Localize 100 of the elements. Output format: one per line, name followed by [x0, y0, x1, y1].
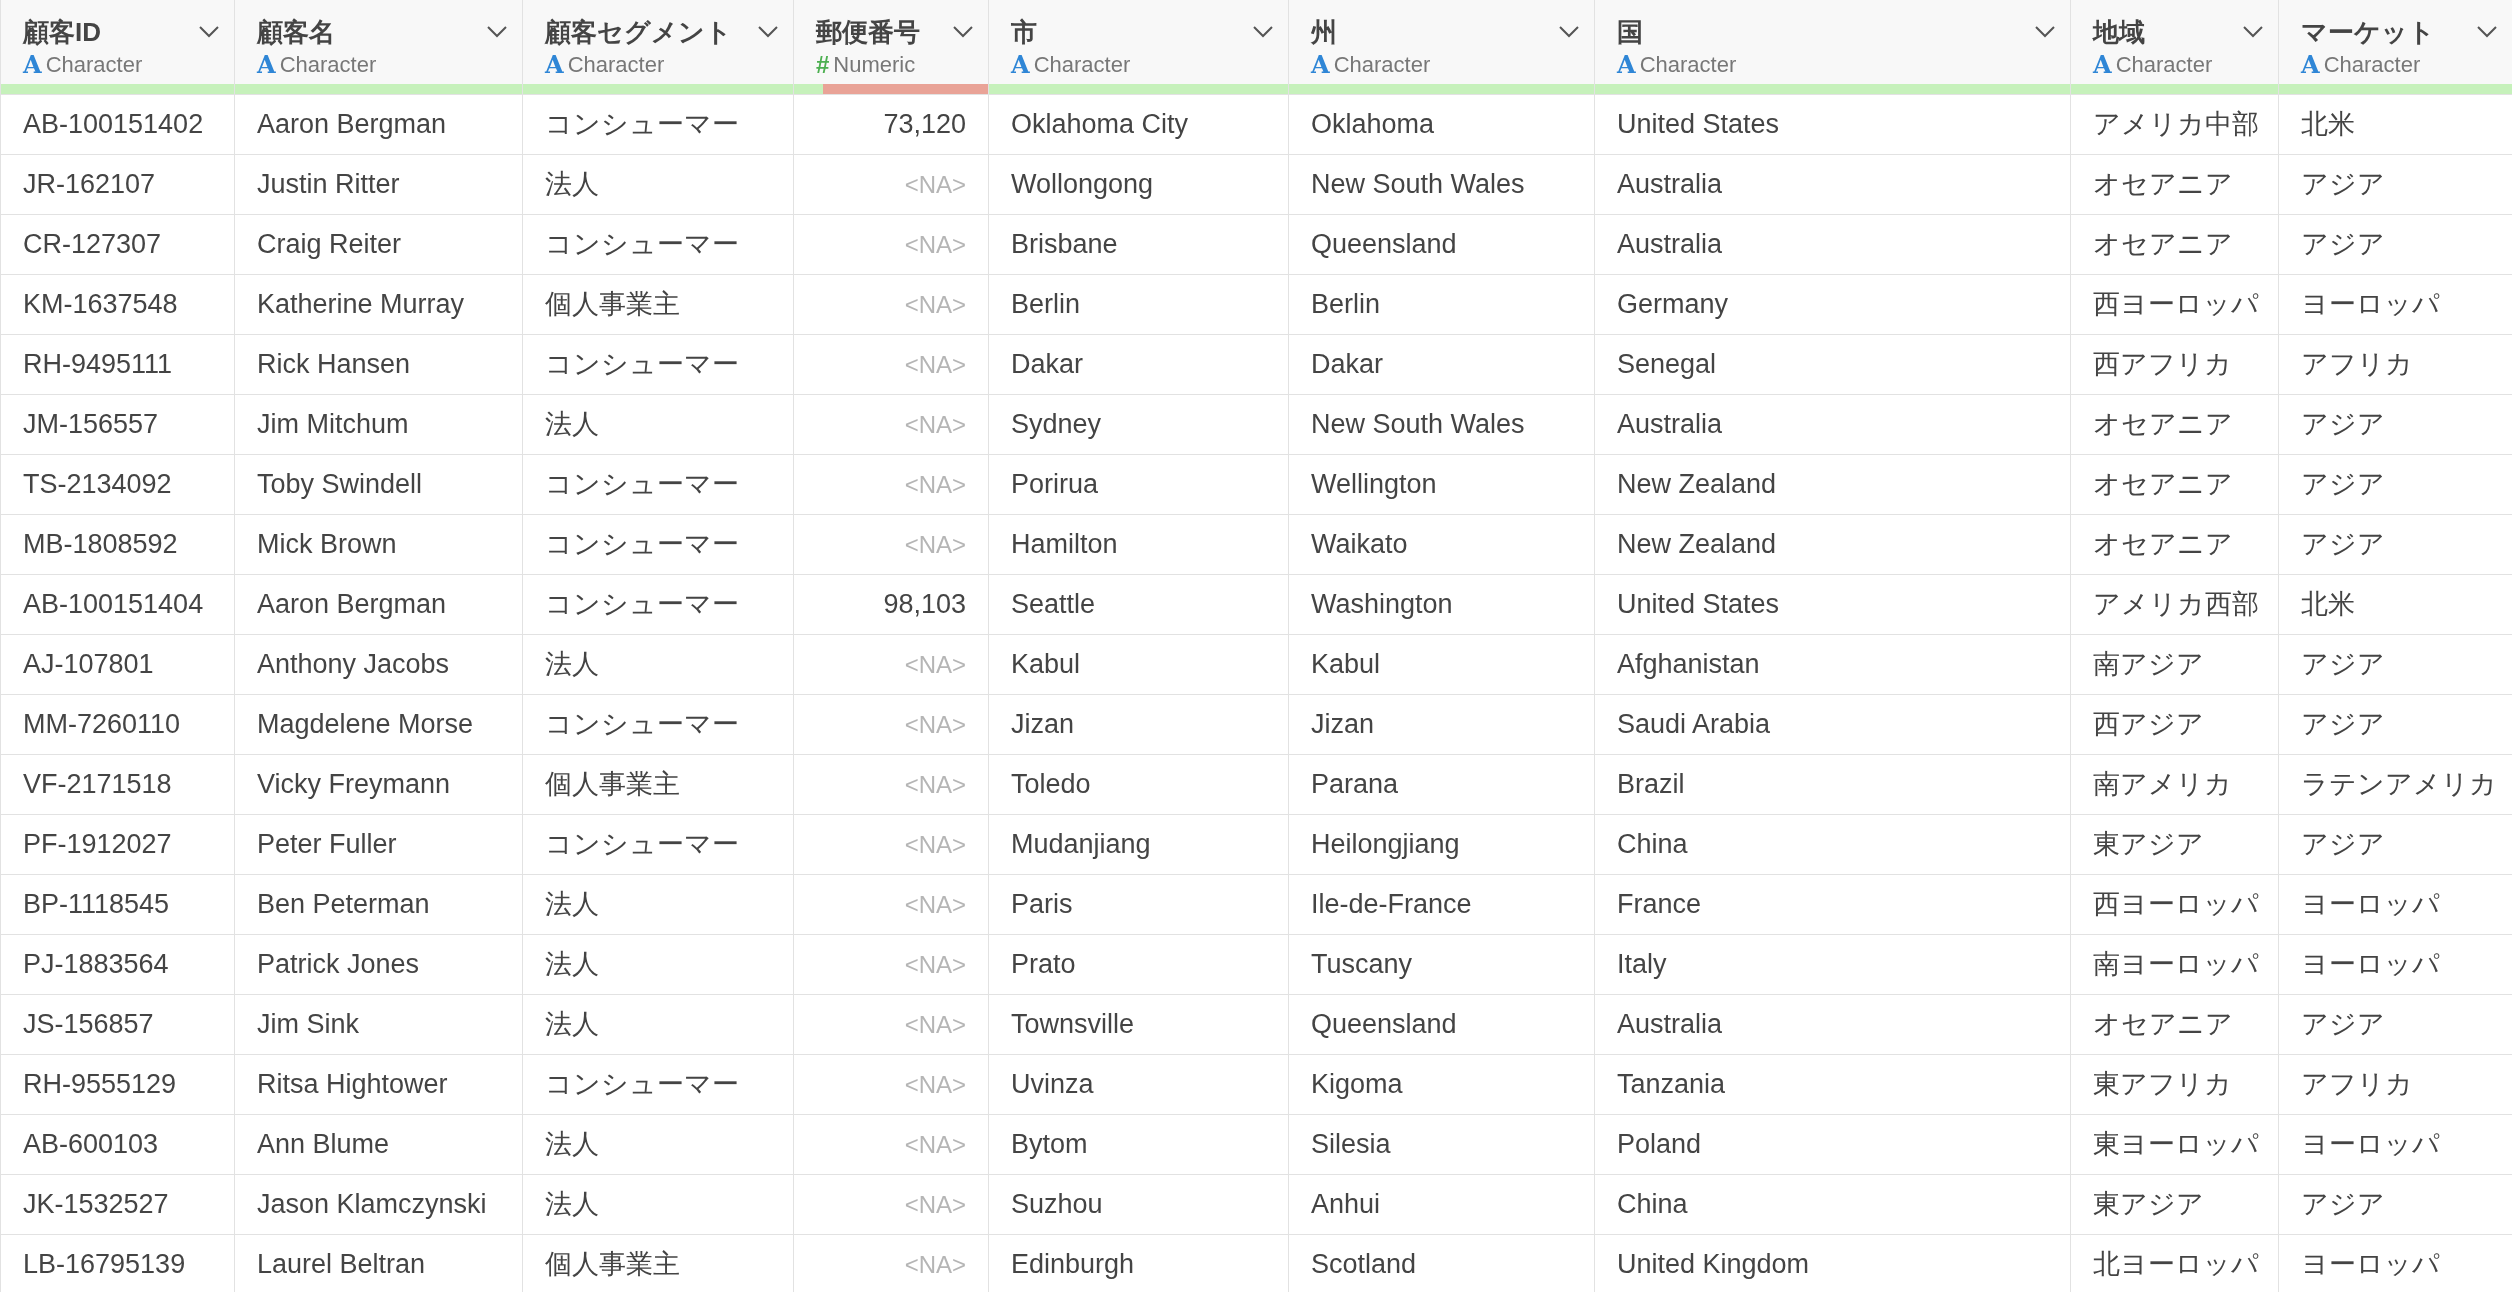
hash-icon: # — [816, 53, 830, 77]
column-name: 顧客セグメント — [545, 15, 732, 49]
table-cell: Afghanistan — [1617, 649, 1760, 680]
letter-icon: A — [257, 53, 276, 77]
table-cell: Aaron Bergman — [257, 109, 447, 140]
table-cell: Sydney — [1011, 409, 1102, 440]
table-cell: アフリカ — [2301, 1069, 2413, 1100]
table-cell: 法人 — [545, 949, 599, 980]
table-cell: オセアニア — [2093, 409, 2233, 440]
table-cell: Tanzania — [1617, 1069, 1726, 1100]
table-cell: コンシューマー — [545, 589, 739, 620]
table-cell: JR-162107 — [23, 169, 156, 200]
table-cell: 西アジア — [2093, 709, 2204, 740]
table-cell: Parana — [1311, 769, 1399, 800]
table-cell: ヨーロッパ — [2301, 1129, 2440, 1160]
table-cell: <NA> — [904, 1070, 966, 1098]
table-cell: <NA> — [904, 410, 966, 438]
column-type: Character — [567, 54, 665, 76]
column-name: 州 — [1311, 15, 1337, 49]
table-cell: Toledo — [1011, 769, 1091, 800]
table-cell: Oklahoma — [1311, 109, 1435, 140]
table-cell: オセアニア — [2093, 1009, 2233, 1040]
table-cell: <NA> — [904, 1190, 966, 1218]
table-cell: United Kingdom — [1617, 1249, 1810, 1280]
chevron-down-icon[interactable] — [198, 25, 220, 39]
table-cell: New South Wales — [1311, 409, 1525, 440]
column-type: Character — [1639, 54, 1737, 76]
table-cell: 法人 — [545, 889, 599, 920]
table-cell: Jizan — [1311, 709, 1375, 740]
column-name: 地域 — [2093, 15, 2145, 49]
table-cell: Ann Blume — [257, 1129, 390, 1160]
table-cell: アジア — [2301, 1009, 2385, 1040]
table-cell: Vicky Freymann — [257, 769, 451, 800]
column-name: 市 — [1011, 15, 1037, 49]
table-cell: 南アジア — [2093, 649, 2204, 680]
table-cell: Queensland — [1311, 1009, 1457, 1040]
table-cell: Patrick Jones — [257, 949, 420, 980]
table-cell: Katherine Murray — [257, 289, 465, 320]
table-cell: 98,103 — [883, 589, 966, 620]
table-cell: 南アメリカ — [2093, 769, 2232, 800]
table-cell: Aaron Bergman — [257, 589, 447, 620]
table-cell: Berlin — [1011, 289, 1081, 320]
chevron-down-icon[interactable] — [1252, 25, 1274, 39]
table-cell: 北米 — [2301, 589, 2355, 620]
table-cell: New Zealand — [1617, 529, 1777, 560]
table-cell: オセアニア — [2093, 469, 2233, 500]
chevron-down-icon[interactable] — [486, 25, 508, 39]
table-cell: ラテンアメリカ — [2301, 769, 2497, 800]
table-cell: Australia — [1617, 1009, 1723, 1040]
table-cell: アジア — [2301, 169, 2385, 200]
table-cell: Wollongong — [1011, 169, 1154, 200]
table-cell: オセアニア — [2093, 169, 2233, 200]
table-cell: Berlin — [1311, 289, 1381, 320]
table-cell: Magdelene Morse — [257, 709, 474, 740]
table-cell: <NA> — [904, 950, 966, 978]
table-cell: Italy — [1617, 949, 1667, 980]
table-cell: コンシューマー — [545, 469, 739, 500]
letter-icon: A — [2093, 53, 2112, 77]
table-cell: コンシューマー — [545, 829, 739, 860]
table-cell: アジア — [2301, 709, 2385, 740]
table-cell: Senegal — [1617, 349, 1717, 380]
table-cell: オセアニア — [2093, 229, 2233, 260]
chevron-down-icon[interactable] — [2034, 25, 2056, 39]
table-cell: Suzhou — [1011, 1189, 1103, 1220]
table-cell: 南ヨーロッパ — [2093, 949, 2259, 980]
chevron-down-icon[interactable] — [757, 25, 779, 39]
chevron-down-icon[interactable] — [1558, 25, 1580, 39]
table-cell: <NA> — [904, 290, 966, 318]
table-cell: China — [1617, 1189, 1688, 1220]
table-cell: New South Wales — [1311, 169, 1525, 200]
table-cell: AB-100151402 — [23, 109, 204, 140]
table-cell: Silesia — [1311, 1129, 1391, 1160]
table-cell: France — [1617, 889, 1702, 920]
letter-icon: A — [1617, 53, 1636, 77]
table-cell: 西アフリカ — [2093, 349, 2232, 380]
table-cell: <NA> — [904, 890, 966, 918]
table-cell: アジア — [2301, 829, 2385, 860]
letter-icon: A — [545, 53, 564, 77]
table-cell: <NA> — [904, 710, 966, 738]
table-cell: <NA> — [904, 1250, 966, 1278]
table-cell: Justin Ritter — [257, 169, 400, 200]
table-cell: Peter Fuller — [257, 829, 397, 860]
table-cell: Australia — [1617, 169, 1723, 200]
column-type: Character — [1333, 54, 1431, 76]
table-cell: Toby Swindell — [257, 469, 423, 500]
table-cell: アジア — [2301, 409, 2385, 440]
table-cell: CR-127307 — [23, 229, 162, 260]
table-cell: MM-7260110 — [23, 709, 181, 740]
chevron-down-icon[interactable] — [2476, 25, 2498, 39]
table-cell: アメリカ中部 — [2093, 109, 2259, 140]
chevron-down-icon[interactable] — [952, 25, 974, 39]
table-cell: 法人 — [545, 1009, 599, 1040]
table-cell: New Zealand — [1617, 469, 1777, 500]
table-cell: 北米 — [2301, 109, 2355, 140]
table-cell: Heilongjiang — [1311, 829, 1460, 860]
table-cell: 東ヨーロッパ — [2093, 1129, 2259, 1160]
chevron-down-icon[interactable] — [2242, 25, 2264, 39]
table-cell: アジア — [2301, 469, 2385, 500]
table-cell: Wellington — [1311, 469, 1437, 500]
table-cell: <NA> — [904, 470, 966, 498]
